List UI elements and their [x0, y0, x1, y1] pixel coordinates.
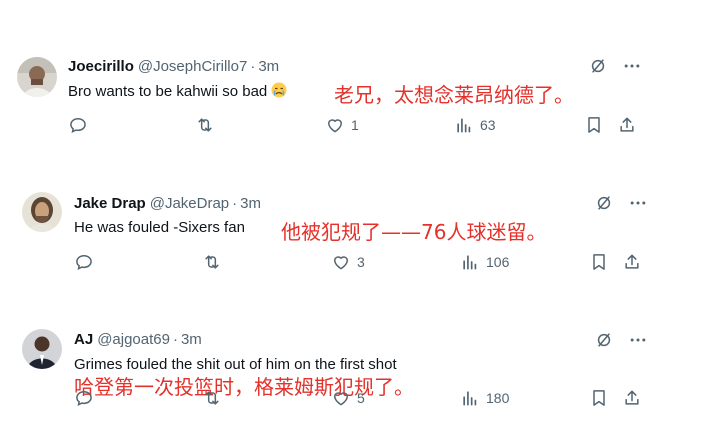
bookmark-button[interactable]	[589, 388, 609, 408]
display-name[interactable]: AJ	[74, 331, 93, 348]
post-header: AJ @ajgoat69 · 3m	[74, 331, 202, 348]
more-icon[interactable]	[628, 330, 648, 350]
repost-icon	[202, 388, 222, 408]
reply-button[interactable]	[74, 388, 94, 408]
grok-icon[interactable]	[594, 330, 614, 350]
share-button[interactable]	[622, 388, 642, 408]
views-count: 180	[486, 390, 510, 406]
bookmark-icon	[589, 388, 609, 408]
post-card: AJ @ajgoat69 · 3m Grimes fouled the shit…	[0, 0, 708, 436]
user-handle[interactable]: @ajgoat69	[97, 331, 170, 348]
repost-button[interactable]	[202, 388, 222, 408]
separator-dot: ·	[172, 331, 178, 348]
like-button[interactable]: 5	[331, 388, 365, 408]
views-button[interactable]: 180	[460, 388, 509, 408]
share-icon	[622, 388, 642, 408]
like-icon	[331, 388, 351, 408]
like-count: 5	[357, 390, 365, 406]
reply-icon	[74, 388, 94, 408]
timestamp[interactable]: 3m	[181, 331, 202, 348]
views-icon	[460, 388, 480, 408]
post-header-icons	[594, 330, 648, 350]
action-bar: 5 180	[0, 388, 708, 412]
avatar[interactable]	[22, 329, 62, 369]
